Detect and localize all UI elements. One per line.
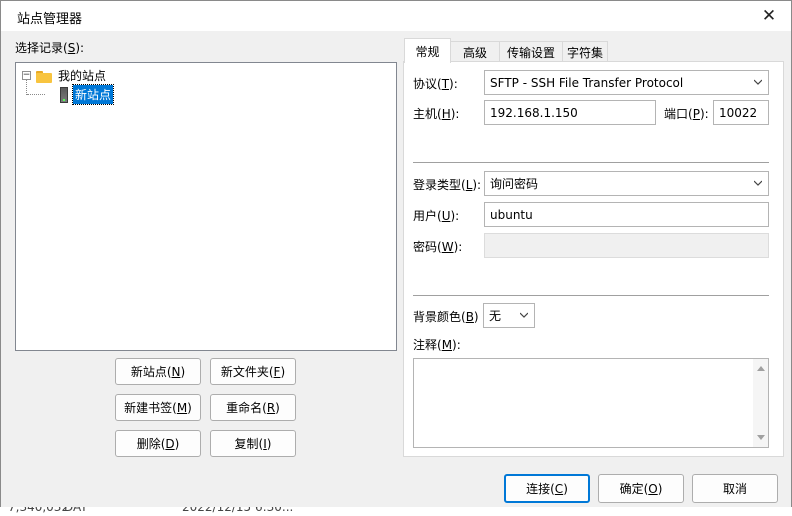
host-input[interactable]: 192.168.1.150 [484, 100, 656, 125]
tree-connector-horizontal [27, 94, 45, 95]
port-label: 端口(P): [664, 107, 709, 121]
protocol-label: 协议(T): [413, 77, 458, 91]
logon-type-select[interactable]: 询问密码 [484, 171, 769, 196]
connect-button[interactable]: 连接(C) [504, 474, 590, 503]
delete-button[interactable]: 删除(D) [115, 430, 201, 457]
chevron-down-icon [520, 312, 528, 318]
comments-textarea[interactable] [413, 358, 769, 448]
protocol-value: SFTP - SSH File Transfer Protocol [490, 75, 684, 90]
comments-label: 注释(M): [413, 338, 461, 352]
tab-general[interactable]: 常规 [404, 38, 451, 63]
site-manager-dialog: 站点管理器 ✕ 选择记录(S): − 我的站点 新站点 新站点(N) 新文件夹(… [0, 0, 792, 507]
bg-color-value: 无 [489, 309, 502, 323]
general-panel: 协议(T): SFTP - SSH File Transfer Protocol… [403, 61, 784, 457]
new-bookmark-button[interactable]: 新建书签(M) [115, 394, 201, 421]
port-input[interactable]: 10022 [713, 100, 769, 125]
new-site-button[interactable]: 新站点(N) [115, 358, 201, 385]
rename-button[interactable]: 重命名(R) [210, 394, 296, 421]
tree-connector-vertical [26, 80, 27, 95]
ok-button[interactable]: 确定(O) [598, 474, 684, 503]
chevron-down-icon [754, 79, 762, 85]
cancel-button[interactable]: 取消 [692, 474, 778, 503]
bg-color-select[interactable]: 无 [483, 303, 535, 328]
close-icon[interactable]: ✕ [753, 4, 785, 28]
copy-button[interactable]: 复制(I) [210, 430, 296, 457]
host-label: 主机(H): [413, 107, 460, 121]
scroll-up-icon[interactable] [757, 366, 765, 371]
server-icon [60, 86, 68, 103]
logon-type-label: 登录类型(L): [413, 178, 482, 192]
separator [413, 295, 769, 296]
collapse-icon[interactable]: − [22, 71, 31, 80]
tab-transfer-settings[interactable]: 传输设置 [499, 41, 563, 62]
protocol-select[interactable]: SFTP - SSH File Transfer Protocol [484, 70, 769, 95]
records-label: 选择记录(S): [15, 41, 85, 55]
logon-type-value: 询问密码 [490, 177, 539, 191]
tab-charset[interactable]: 字符集 [562, 41, 608, 62]
comments-scrollbar[interactable] [753, 359, 768, 447]
bg-color-label: 背景颜色(B) [413, 310, 479, 324]
tree-item-label: 新站点 [71, 84, 115, 105]
new-folder-button[interactable]: 新文件夹(F) [210, 358, 296, 385]
folder-icon [36, 70, 52, 83]
password-label: 密码(W): [413, 240, 463, 254]
title-bar: 站点管理器 ✕ [1, 1, 791, 31]
chevron-down-icon [754, 180, 762, 186]
tree-root-my-sites[interactable]: − 我的站点 [22, 67, 106, 84]
dialog-title: 站点管理器 [17, 12, 83, 27]
user-label: 用户(U): [413, 209, 460, 223]
separator [413, 162, 769, 163]
tree-root-label: 我的站点 [58, 69, 107, 83]
site-tree[interactable]: − 我的站点 新站点 [15, 62, 397, 351]
password-input [484, 233, 769, 258]
tab-advanced[interactable]: 高级 [450, 41, 500, 62]
user-input[interactable]: ubuntu [484, 202, 769, 227]
tree-item-new-site[interactable]: 新站点 [60, 84, 115, 105]
scroll-down-icon[interactable] [757, 435, 765, 440]
